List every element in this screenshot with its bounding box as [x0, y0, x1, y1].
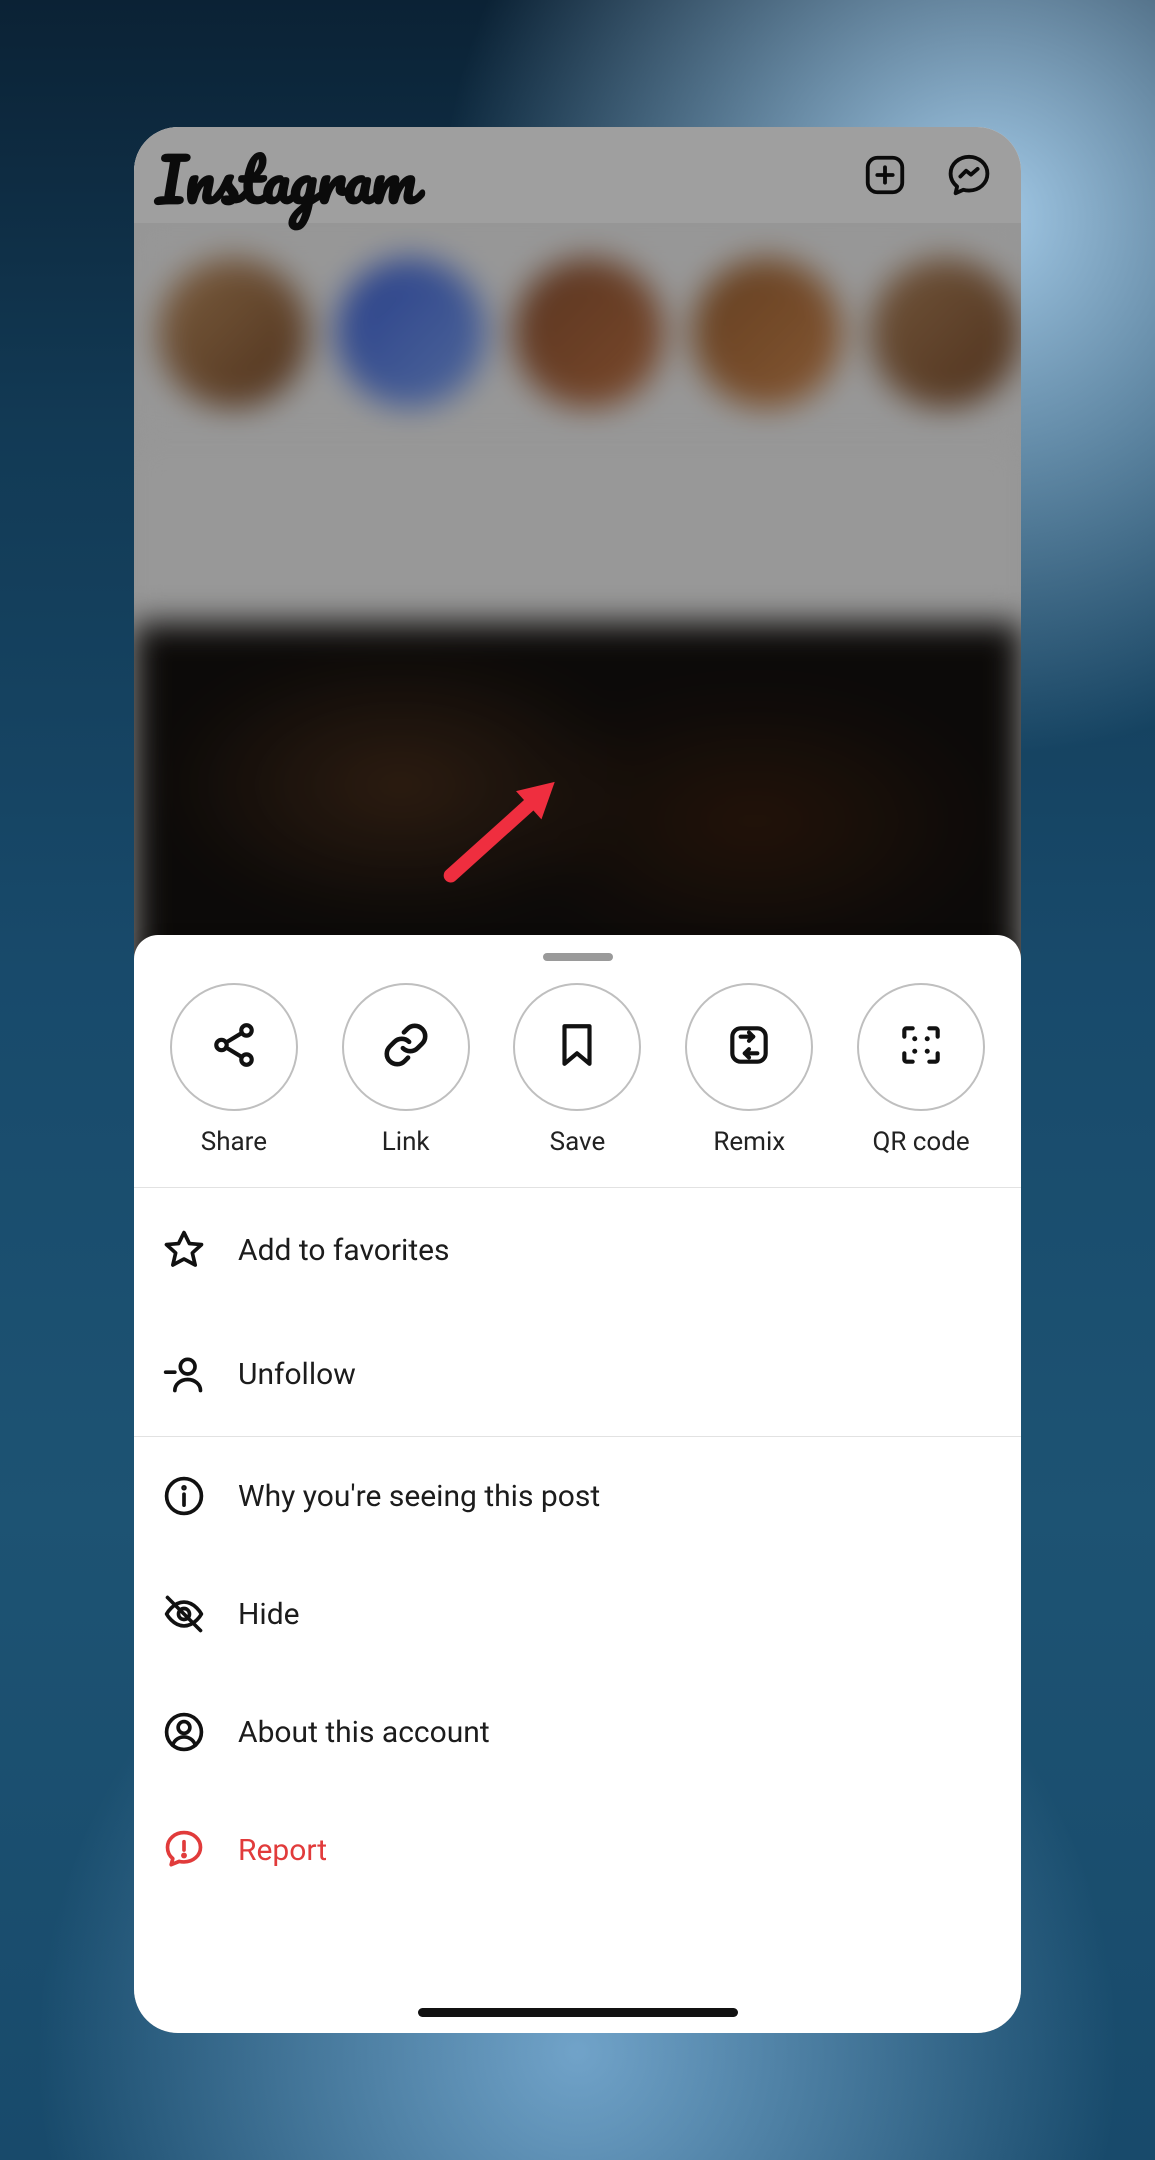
desktop-background: Instagram	[0, 0, 1155, 2160]
remix-button[interactable]: Remix	[674, 983, 824, 1157]
save-label: Save	[550, 1127, 606, 1157]
star-icon	[162, 1228, 206, 1272]
why-seeing-item[interactable]: Why you're seeing this post	[134, 1437, 1021, 1555]
report-label: Report	[238, 1833, 327, 1868]
qr-code-icon	[896, 1020, 946, 1074]
home-indicator	[418, 2008, 738, 2017]
add-to-favorites-label: Add to favorites	[238, 1233, 450, 1268]
unfollow-label: Unfollow	[238, 1357, 356, 1392]
post-image	[134, 623, 1021, 983]
remix-label: Remix	[713, 1127, 785, 1157]
about-account-label: About this account	[238, 1715, 490, 1750]
report-item[interactable]: Report	[134, 1791, 1021, 1909]
story-avatar	[870, 258, 1020, 408]
hide-label: Hide	[238, 1597, 300, 1632]
story-avatar	[692, 258, 842, 408]
save-button[interactable]: Save	[502, 983, 652, 1157]
story-avatar	[514, 258, 664, 408]
bookmark-icon	[552, 1020, 602, 1074]
link-icon	[381, 1020, 431, 1074]
sheet-menu-group: Why you're seeing this post Hide	[134, 1437, 1021, 1909]
sheet-menu-group: Add to favorites Unfollow	[134, 1188, 1021, 1437]
qr-code-button[interactable]: QR code	[846, 983, 996, 1157]
phone-frame: Instagram	[134, 127, 1021, 2033]
share-icon	[209, 1020, 259, 1074]
messenger-icon	[945, 151, 993, 199]
share-button[interactable]: Share	[159, 983, 309, 1157]
story-avatar	[336, 258, 486, 408]
unfollow-item[interactable]: Unfollow	[134, 1312, 1021, 1436]
about-account-item[interactable]: About this account	[134, 1673, 1021, 1791]
qr-code-label: QR code	[872, 1127, 969, 1157]
share-label: Share	[201, 1127, 267, 1157]
stories-row	[134, 223, 1021, 443]
report-icon	[162, 1828, 206, 1872]
remix-icon	[724, 1020, 774, 1074]
app-logo: Instagram	[156, 150, 416, 208]
sheet-action-row: Share Link	[134, 983, 1021, 1188]
app-topbar: Instagram	[134, 127, 1021, 223]
new-post-icon	[861, 151, 909, 199]
account-icon	[162, 1710, 206, 1754]
story-avatar	[158, 258, 308, 408]
post-actions-sheet: Share Link	[134, 935, 1021, 2033]
info-icon	[162, 1474, 206, 1518]
hide-icon	[162, 1592, 206, 1636]
unfollow-icon	[162, 1352, 206, 1396]
link-label: Link	[382, 1127, 430, 1157]
why-seeing-label: Why you're seeing this post	[238, 1479, 600, 1514]
hide-item[interactable]: Hide	[134, 1555, 1021, 1673]
link-button[interactable]: Link	[331, 983, 481, 1157]
post-header-area	[134, 443, 1021, 623]
add-to-favorites-item[interactable]: Add to favorites	[134, 1188, 1021, 1312]
sheet-grabber[interactable]	[543, 953, 613, 961]
